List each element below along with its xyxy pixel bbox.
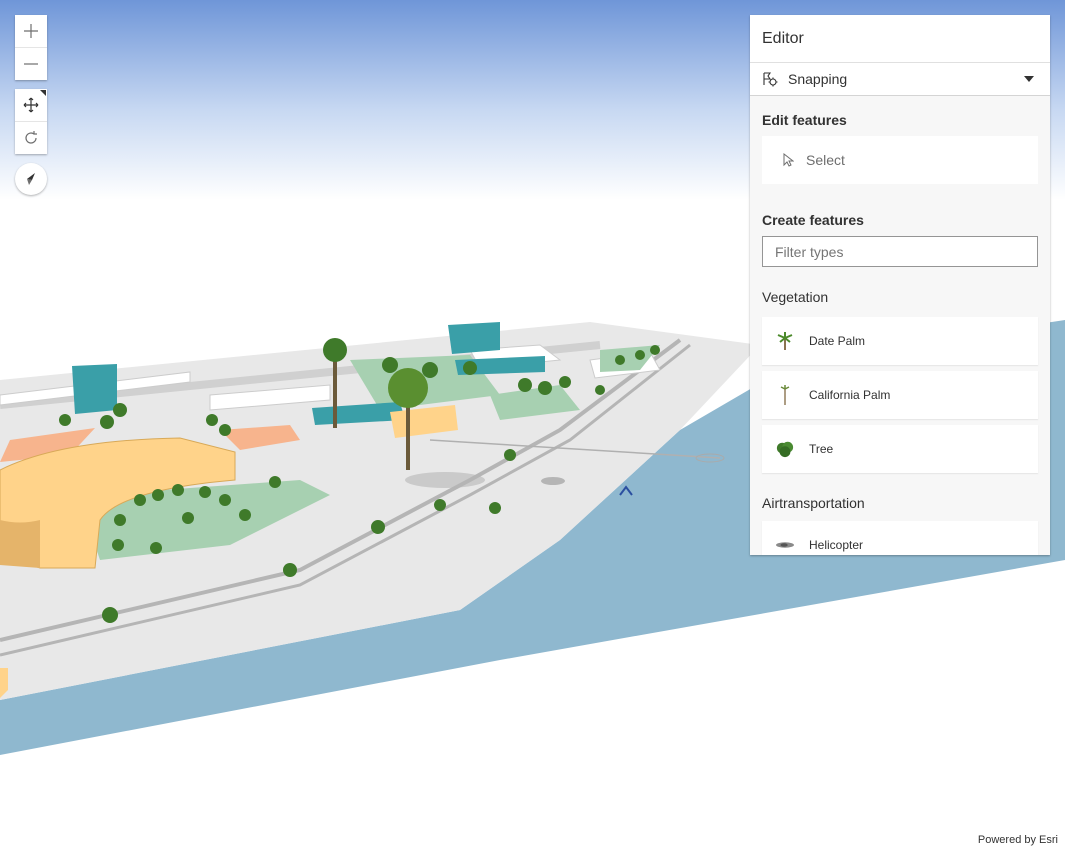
plus-icon [24,24,38,38]
zoom-out-button[interactable] [15,47,47,80]
editor-panel: Editor Snapping Edit features Select Cre… [750,15,1050,555]
active-indicator [40,90,46,96]
template-label: Tree [809,442,834,456]
select-label: Select [806,152,845,168]
navigation-toggle [15,89,47,154]
template-item-tree[interactable]: Tree [762,425,1038,473]
california-palm-icon [776,383,794,407]
cursor-icon [783,153,794,167]
snapping-icon [763,72,778,87]
helicopter-icon [776,533,794,555]
chevron-down-icon [1024,76,1034,82]
group-vegetation-title: Vegetation [762,289,829,305]
date-palm-icon [776,329,794,353]
compass-icon [27,173,35,185]
edit-features-title: Edit features [762,112,847,128]
template-item-california-palm[interactable]: California Palm [762,371,1038,419]
template-label: California Palm [809,388,891,402]
attribution[interactable]: Powered by Esri [975,833,1060,847]
zoom-controls [15,15,47,80]
filter-types-input[interactable] [762,236,1038,267]
select-button[interactable]: Select [762,136,1038,184]
group-airtransportation-title: Airtransportation [762,495,865,511]
minus-icon [24,63,38,65]
template-item-date-palm[interactable]: Date Palm [762,317,1038,365]
zoom-in-button[interactable] [15,15,47,47]
create-features-title: Create features [762,212,864,228]
template-item-helicopter[interactable]: Helicopter [762,521,1038,555]
pan-button[interactable] [15,89,47,121]
rotate-button[interactable] [15,121,47,154]
rotate-icon [25,131,37,144]
template-label: Date Palm [809,334,866,348]
building-teal [72,364,117,414]
tree-icon [776,437,794,461]
pan-arrows-icon [23,97,39,113]
snapping-label: Snapping [788,71,848,87]
snapping-toggle[interactable]: Snapping [750,63,1050,96]
compass-button[interactable] [15,163,47,195]
editor-title: Editor [750,15,1050,63]
template-label: Helicopter [809,538,864,552]
